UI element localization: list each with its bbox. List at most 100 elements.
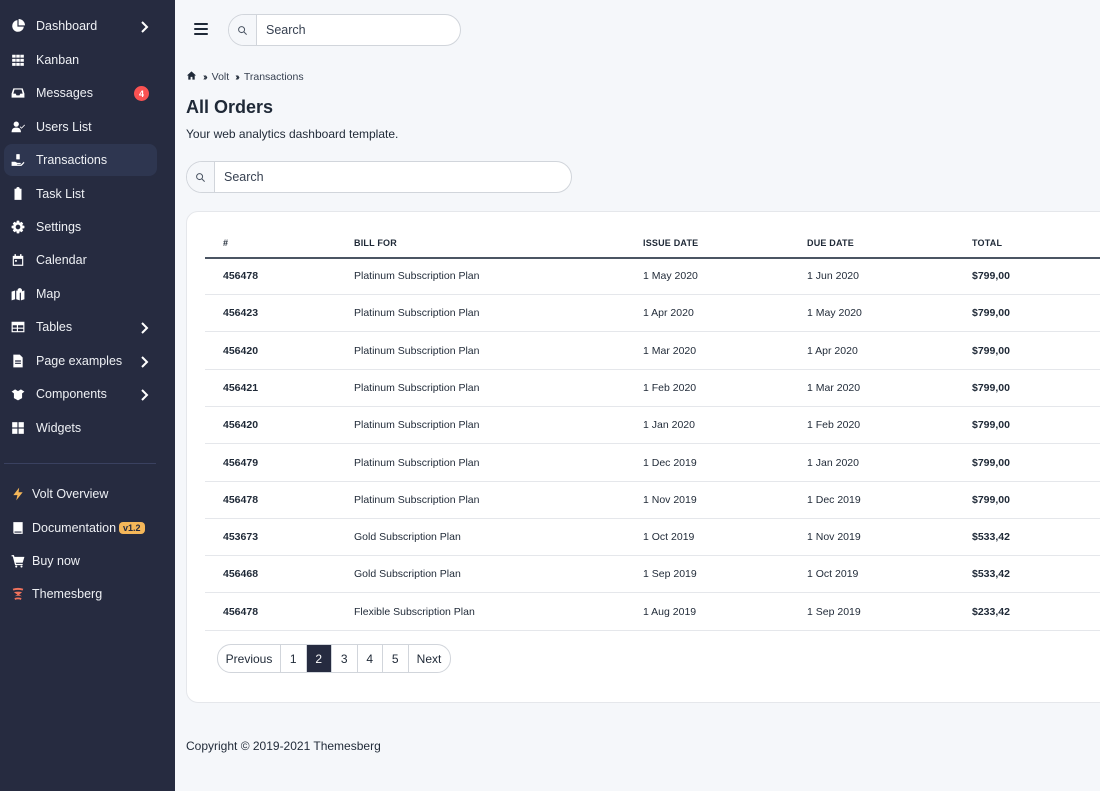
table-cell-total: $233,42 [972, 605, 1010, 618]
sidebar-item-tables[interactable]: Tables [4, 311, 157, 343]
table-cell-id[interactable]: 456479 [223, 457, 258, 469]
clipboard-icon [10, 186, 26, 202]
sidebar-link-volt-overview[interactable]: Volt Overview [4, 479, 157, 509]
sidebar-item-widgets[interactable]: Widgets [4, 412, 157, 444]
table-cell-total: $799,00 [972, 381, 1010, 394]
sidebar-item-label: Task List [36, 187, 85, 201]
table-row[interactable]: 456420 Platinum Subscription Plan 1 Jan 20… [205, 407, 1100, 445]
home-icon[interactable] [186, 70, 197, 84]
sidebar-item-dashboard[interactable]: Dashboard [4, 10, 157, 42]
table-cell-total: $799,00 [972, 456, 1010, 469]
sidebar-item-components[interactable]: Components [4, 378, 157, 410]
sidebar-item-label: Calendar [36, 253, 87, 267]
table-cell-id[interactable]: 456478 [223, 270, 258, 282]
sidebar-link-label: Documentation [32, 521, 117, 535]
sidebar-item-kanban[interactable]: Kanban [4, 44, 157, 76]
hamburger-icon [194, 23, 208, 25]
table-cell-id[interactable]: 456421 [223, 382, 258, 394]
sidebar-item-map[interactable]: Map [4, 278, 157, 310]
sidebar-link-documentation[interactable]: Documentation v1.2 [4, 513, 157, 543]
table-cell-total: $533,42 [972, 531, 1010, 544]
table-cell-due: 1 Mar 2020 [807, 381, 861, 394]
table-cell-total: $799,00 [972, 344, 1010, 357]
table-icon [10, 319, 26, 335]
table-cell-issue: 1 Jan 2020 [643, 419, 695, 432]
table-row[interactable]: 456478 Platinum Subscription Plan 1 Nov 20… [205, 482, 1100, 519]
chevron-right-icon [139, 20, 149, 33]
sidebar: Dashboard Kanban Messages 4 Users List Transa… [0, 0, 175, 791]
breadcrumb-separator-icon: ›› [235, 71, 239, 83]
table-cell-issue: 1 Mar 2020 [643, 344, 697, 357]
hand-coin-icon [10, 152, 26, 168]
table-cell-id[interactable]: 456423 [223, 307, 258, 319]
table-cell-bill: Platinum Subscription Plan [354, 419, 480, 432]
sidebar-item-page-examples[interactable]: Page examples [4, 345, 157, 377]
table-cell-bill: Flexible Subscription Plan [354, 605, 475, 618]
sidebar-item-users-list[interactable]: Users List [4, 111, 157, 143]
grid-icon [10, 52, 26, 68]
pagination-next-button[interactable]: Next [409, 645, 450, 672]
page-subtitle: Your web analytics dashboard template. [186, 127, 399, 141]
table-row[interactable]: 456479 Platinum Subscription Plan 1 Dec 20… [205, 445, 1100, 482]
table-cell-issue: 1 Feb 2020 [643, 381, 697, 394]
sidebar-item-task-list[interactable]: Task List [4, 178, 157, 210]
table-cell-issue: 1 Apr 2020 [643, 307, 694, 320]
sidebar-item-label: Kanban [36, 53, 80, 67]
table-row[interactable]: 456421 Platinum Subscription Plan 1 Feb 20… [205, 370, 1100, 407]
sidebar-link-buy-now[interactable]: Buy now [4, 546, 157, 576]
sidebar-item-label: Map [36, 287, 61, 301]
pagination-previous-button[interactable]: Previous [218, 645, 281, 672]
table-cell-total: $533,42 [972, 568, 1010, 581]
table-cell-id[interactable]: 456468 [223, 568, 258, 580]
table-cell-id[interactable]: 456478 [223, 494, 258, 506]
table-cell-id[interactable]: 456420 [223, 419, 258, 431]
bolt-icon [10, 486, 26, 502]
table-cell-id[interactable]: 456478 [223, 606, 258, 618]
table-cell-bill: Platinum Subscription Plan [354, 381, 480, 394]
table-cell-total: $799,00 [972, 493, 1010, 506]
file-icon [10, 353, 26, 369]
sidebar-item-calendar[interactable]: Calendar [4, 244, 157, 276]
sidebar-item-transactions[interactable]: Transactions [4, 144, 157, 176]
table-cell-id[interactable]: 456420 [223, 345, 258, 357]
table-cell-bill: Platinum Subscription Plan [354, 493, 480, 506]
sidebar-item-label: Page examples [36, 354, 123, 368]
user-check-icon [10, 119, 26, 135]
table-cell-bill: Platinum Subscription Plan [354, 270, 480, 282]
table-row[interactable]: 456478 Flexible Subscription Plan 1 Aug 20… [205, 594, 1100, 631]
sidebar-link-themesberg[interactable]: Themesberg [4, 579, 157, 609]
messages-count-badge: 4 [134, 86, 149, 101]
orders-search-input[interactable] [215, 170, 545, 184]
breadcrumb-item-volt[interactable]: Volt [212, 71, 230, 83]
sidebar-item-messages[interactable]: Messages 4 [4, 77, 157, 109]
top-search-input[interactable] [257, 23, 437, 37]
table-cell-total: $799,00 [972, 307, 1010, 320]
pagination-page-4[interactable]: 4 [358, 645, 383, 672]
table-row[interactable]: 456420 Platinum Subscription Plan 1 Mar 20… [205, 333, 1100, 370]
pagination-page-5[interactable]: 5 [383, 645, 409, 672]
table-cell-id[interactable]: 453673 [223, 531, 258, 543]
table-header-cell: DUE DATE [807, 238, 854, 248]
pagination-page-1[interactable]: 1 [281, 645, 307, 672]
breadcrumb-separator-icon: ›› [203, 71, 207, 83]
table-cell-issue: 1 Oct 2019 [643, 531, 695, 544]
orders-card: # BILL FOR ISSUE DATE DUE DATE TOTAL 456478 P… [186, 211, 1100, 703]
sidebar-item-settings[interactable]: Settings [4, 211, 157, 243]
version-badge: v1.2 [119, 522, 145, 534]
table-cell-bill: Platinum Subscription Plan [354, 344, 480, 357]
table-cell-issue: 1 Sep 2019 [643, 568, 697, 581]
hamburger-icon-bar [194, 28, 208, 30]
menu-toggle-button[interactable] [192, 20, 212, 40]
book-icon [10, 520, 26, 536]
pagination-page-2[interactable]: 2 [306, 645, 332, 672]
box-icon [10, 386, 26, 402]
table-row[interactable]: 456478 Platinum Subscription Plan 1 May 20… [205, 258, 1100, 295]
table-row[interactable]: 456423 Platinum Subscription Plan 1 Apr 20… [205, 295, 1100, 333]
pagination-page-3[interactable]: 3 [332, 645, 358, 672]
table-row[interactable]: 456468 Gold Subscription Plan 1 Sep 2019 1 … [205, 556, 1100, 594]
sidebar-item-label: Settings [36, 220, 82, 234]
sidebar-item-label: Dashboard [36, 19, 98, 33]
table-row[interactable]: 453673 Gold Subscription Plan 1 Oct 2019 1 … [205, 519, 1100, 557]
inbox-icon [10, 85, 26, 101]
table-cell-total: $799,00 [972, 270, 1010, 282]
